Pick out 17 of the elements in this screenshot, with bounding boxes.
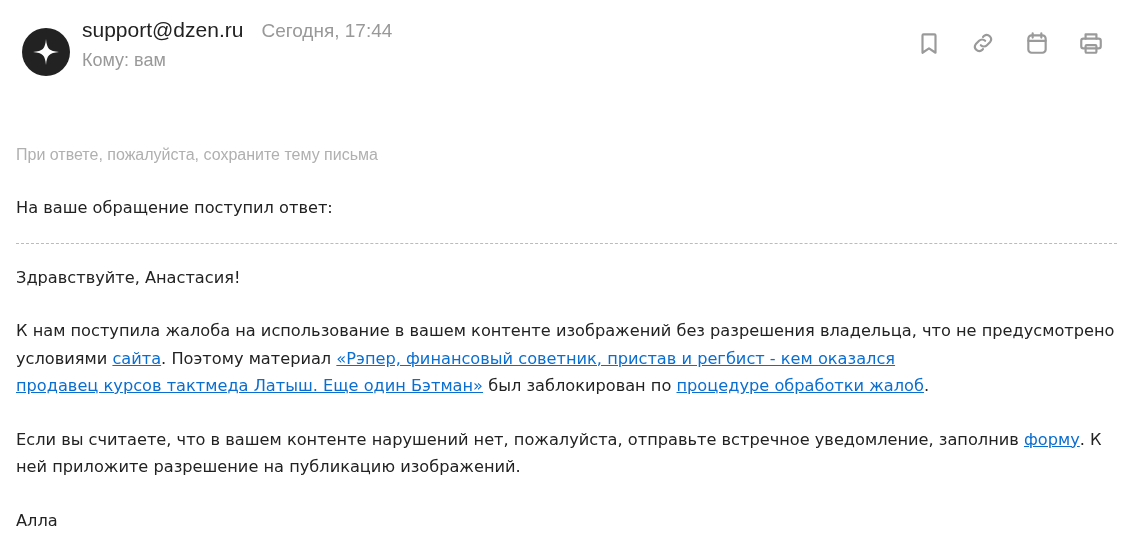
message-date: Сегодня, 17:44 [261,20,393,42]
recipient-label: Кому: вам [82,50,167,71]
greeting-text: Здравствуйте, Анастасия! [16,266,242,289]
sender-email[interactable]: support@dzen.ru [82,18,244,42]
signature-text: Алла [16,509,59,532]
text-link[interactable]: форму [1024,429,1080,449]
text-link[interactable]: продавец курсов тактмеда Латыш. Еще один Бэтман» [16,376,483,395]
avatar-icon [22,28,70,76]
text-link[interactable]: сайта [112,348,162,368]
text-link[interactable]: процедуре обработки жалоб [676,376,924,395]
intro-text: На ваше обращение поступил ответ: [16,197,334,219]
reply-hint: При ответе, пожалуйста, сохраните тему письма [16,146,379,164]
calendar-icon[interactable] [1024,30,1050,56]
paragraph: К нам поступила жалоба на использование в вашем контенте изображений без разрешения владельца, что не предусмотрено условиями сайта. Поэтому материал «Рэпер, финансовый советник, пристав и регбист - кем оказался продавец курсов тактмеда Латыш. Еще один Бэтман» был заблокирован по процедуре обработки жалоб. [16,320,1116,397]
printer-icon[interactable] [1078,30,1104,56]
paragraph: Если вы считаете, что в вашем контенте нарушений нет, пожалуйста, отправьте встречное уведомление, заполнив форму. К ней приложите разрешение на публикацию изображений. [16,428,1103,478]
text-link[interactable]: «Рэпер, финансовый советник, пристав и регбист - кем оказался [336,348,896,368]
